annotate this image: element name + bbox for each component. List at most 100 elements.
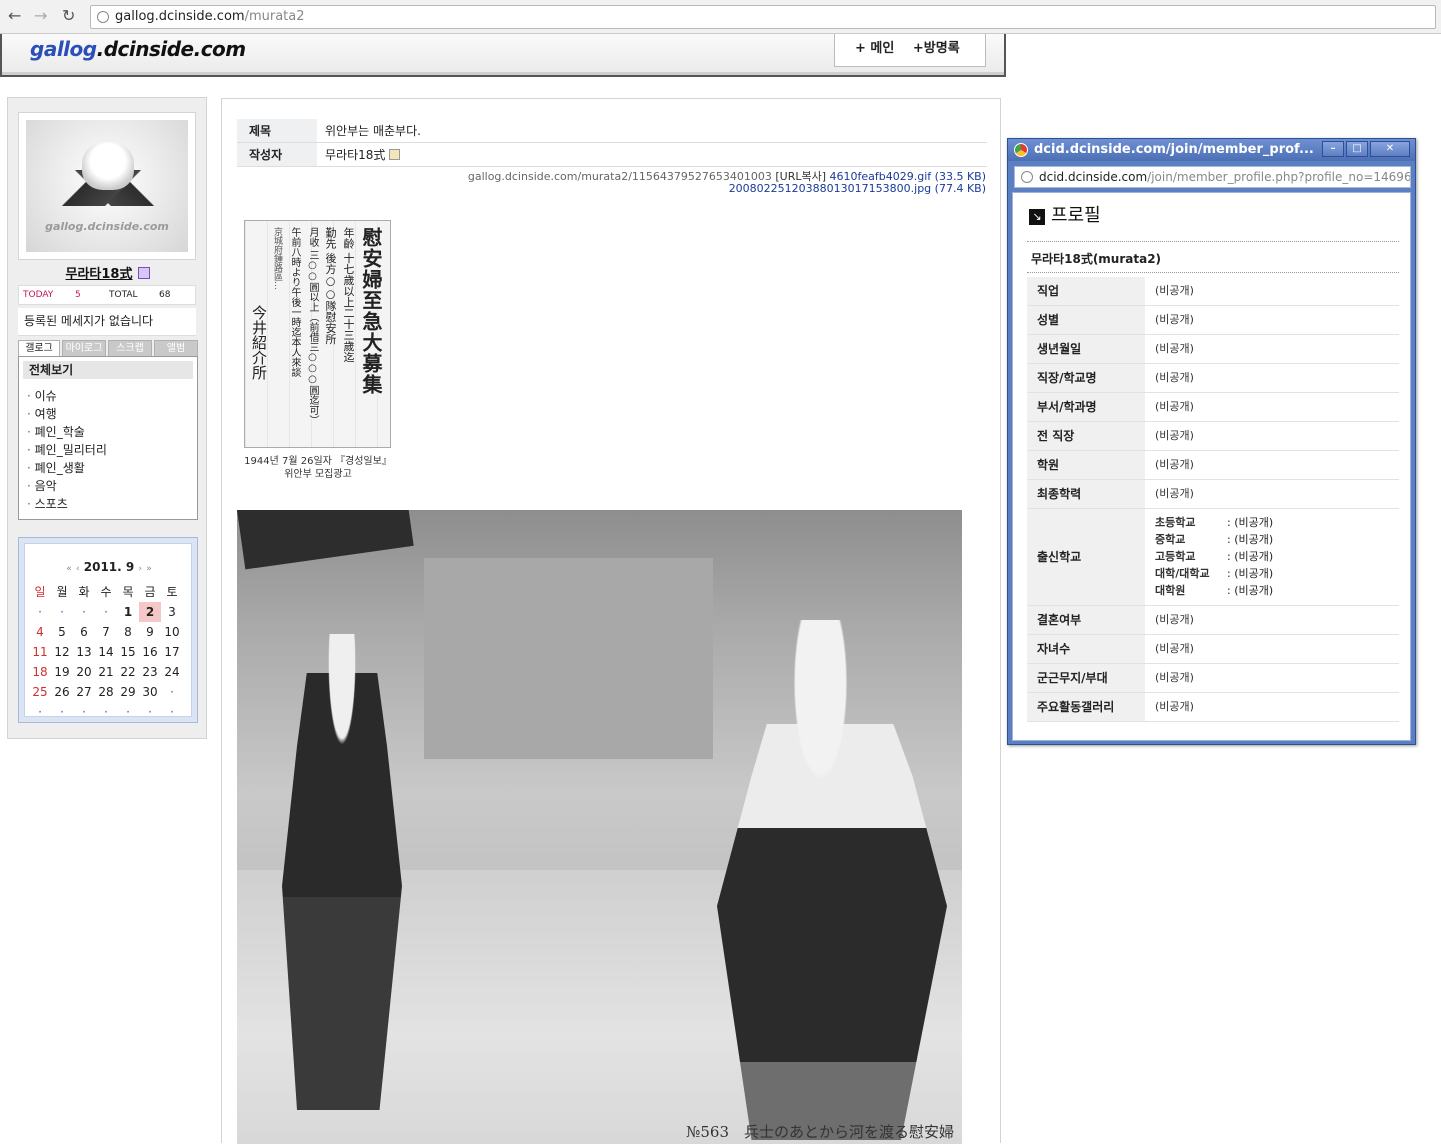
- profile-key: 주요활동갤러리: [1027, 693, 1145, 721]
- profile-value: (비공개): [1155, 342, 1194, 355]
- calendar-day[interactable]: 9: [139, 622, 161, 642]
- profile-key: 성별: [1027, 306, 1145, 334]
- calendar-weekday: 월: [56, 585, 68, 599]
- profile-key: 군근무지/부대: [1027, 664, 1145, 692]
- calendar-day[interactable]: 19: [51, 662, 73, 682]
- total-label: TOTAL: [109, 290, 138, 300]
- profile-row: 생년월일 (비공개): [1027, 335, 1399, 364]
- next-month-button[interactable]: ›: [138, 564, 142, 574]
- divider: [1027, 272, 1399, 273]
- profile-heading-text: 프로필: [1051, 205, 1101, 226]
- nav-guestbook-link[interactable]: +방명록: [913, 41, 960, 56]
- profile-value: (비공개): [1155, 400, 1194, 413]
- calendar-day[interactable]: 26: [51, 682, 73, 702]
- calendar-day[interactable]: 3: [161, 602, 183, 622]
- globe-icon: [97, 11, 109, 23]
- calendar-week-row: 18 19 20 21 22 23 24: [29, 662, 191, 682]
- school-name: 초등학교: [1155, 516, 1196, 529]
- nickname-text: 무라타18式: [65, 267, 133, 282]
- calendar-day: ·: [170, 685, 174, 699]
- calendar-weekday: 화: [78, 585, 90, 599]
- school-value: : (비공개): [1227, 584, 1274, 597]
- calendar-day[interactable]: 4: [29, 622, 51, 642]
- profile-key: 결혼여부: [1027, 606, 1145, 634]
- category-item[interactable]: 폐인_학술: [27, 423, 107, 441]
- browser-toolbar: ← → ↻ gallog.dcinside.com/murata2: [0, 0, 1441, 34]
- school-value: : (비공개): [1227, 550, 1274, 563]
- profile-image[interactable]: gallog.dcinside.com: [26, 120, 188, 252]
- calendar-day[interactable]: 28: [95, 682, 117, 702]
- calendar-day[interactable]: 24: [161, 662, 183, 682]
- author-info-icon[interactable]: [389, 149, 401, 160]
- calendar-header: « ‹ 2011. 9 › »: [25, 560, 193, 574]
- school-name: 고등학교: [1155, 550, 1196, 563]
- address-bar[interactable]: gallog.dcinside.com/murata2: [90, 5, 1436, 29]
- maximize-icon[interactable]: □: [1346, 141, 1368, 157]
- close-icon[interactable]: ✕: [1370, 141, 1410, 157]
- divider: [1027, 241, 1399, 242]
- file-link-2[interactable]: 20080225120388013017153800.jpg (77.4 KB): [729, 182, 986, 195]
- reload-icon[interactable]: ↻: [62, 6, 75, 26]
- calendar-day[interactable]: 6: [73, 622, 95, 642]
- back-arrow-icon[interactable]: ←: [8, 6, 21, 26]
- calendar-day[interactable]: 17: [161, 642, 183, 662]
- profile-row: 전 직장 (비공개): [1027, 422, 1399, 451]
- calendar-day: ·: [104, 605, 108, 619]
- nickname[interactable]: 무라타18式: [8, 263, 208, 282]
- category-item[interactable]: 여행: [27, 405, 107, 423]
- popup-address-bar[interactable]: dcid.dcinside.com/join/member_profile.ph…: [1014, 166, 1411, 188]
- profile-table: 직업 (비공개) 성별 (비공개) 생년월일 (비공개) 직장/학교명 (비공개) 부서…: [1027, 277, 1399, 722]
- category-item[interactable]: 폐인_밀리터리: [27, 441, 107, 459]
- prev-month-button[interactable]: ‹: [76, 564, 80, 574]
- calendar-day[interactable]: 23: [139, 662, 161, 682]
- calendar-day[interactable]: 13: [73, 642, 95, 662]
- newspaper-ad-image: 慰安婦至急大募集 年齡 十七歲以上二十三歲迄 勤先 後方○○隊慰安所 月收 三○…: [244, 220, 391, 448]
- calendar-day[interactable]: 29: [117, 682, 139, 702]
- school-value: : (비공개): [1227, 567, 1274, 580]
- category-item[interactable]: 스포츠: [27, 495, 107, 513]
- category-item[interactable]: 음악: [27, 477, 107, 495]
- calendar-day[interactable]: 18: [29, 662, 51, 682]
- calendar-day: ·: [60, 605, 64, 619]
- calendar-day[interactable]: 25: [29, 682, 51, 702]
- calendar-day[interactable]: 2: [139, 602, 161, 622]
- minimize-icon[interactable]: –: [1322, 141, 1344, 157]
- calendar-weekday: 토: [166, 585, 178, 599]
- calendar-day[interactable]: 5: [51, 622, 73, 642]
- profile-value: (비공개): [1155, 371, 1194, 384]
- nav-main-link[interactable]: + 메인: [855, 41, 894, 56]
- calendar-day[interactable]: 16: [139, 642, 161, 662]
- calendar-day[interactable]: 22: [117, 662, 139, 682]
- url-path: /murata2: [244, 9, 305, 24]
- post-author[interactable]: 무라타18式: [325, 143, 401, 167]
- next-year-button[interactable]: »: [146, 564, 152, 574]
- category-all[interactable]: 전체보기: [23, 361, 193, 379]
- calendar-day[interactable]: 12: [51, 642, 73, 662]
- calendar-day[interactable]: 27: [73, 682, 95, 702]
- calendar-day[interactable]: 11: [29, 642, 51, 662]
- profile-logo-text: gallog.dcinside.com: [45, 220, 169, 233]
- profile-key: 출신학교: [1027, 509, 1145, 605]
- forward-arrow-icon[interactable]: →: [34, 6, 47, 26]
- calendar-day[interactable]: 8: [117, 622, 139, 642]
- calendar-day[interactable]: 20: [73, 662, 95, 682]
- calendar-day[interactable]: 7: [95, 622, 117, 642]
- calendar-day[interactable]: 15: [117, 642, 139, 662]
- status-message: 등록된 메세지가 없습니다: [18, 308, 196, 336]
- calendar-day[interactable]: 30: [139, 682, 161, 702]
- calendar-day[interactable]: 14: [95, 642, 117, 662]
- category-item[interactable]: 이슈: [27, 387, 107, 405]
- globe-icon: [1021, 171, 1033, 183]
- site-logo[interactable]: gallog.dcinside.com: [30, 37, 246, 61]
- calendar-day[interactable]: 21: [95, 662, 117, 682]
- calendar-day[interactable]: 1: [117, 602, 139, 622]
- popup-titlebar: dcid.dcinside.com/join/member_prof... – …: [1008, 139, 1415, 161]
- photo-redaction: [424, 558, 713, 759]
- category-item[interactable]: 폐인_생활: [27, 459, 107, 477]
- calendar-week-row: · · · · 1 2 3: [29, 602, 191, 622]
- prev-year-button[interactable]: «: [66, 564, 72, 574]
- calendar-weekday: 일: [34, 585, 46, 599]
- calendar-day[interactable]: 10: [161, 622, 183, 642]
- school-name: 중학교: [1155, 533, 1186, 546]
- calendar-inner: « ‹ 2011. 9 › » 일 월 화 수 목 금 토 · · · · 1 2 3 4 5 6 7 8 9 10 11…: [24, 543, 193, 719]
